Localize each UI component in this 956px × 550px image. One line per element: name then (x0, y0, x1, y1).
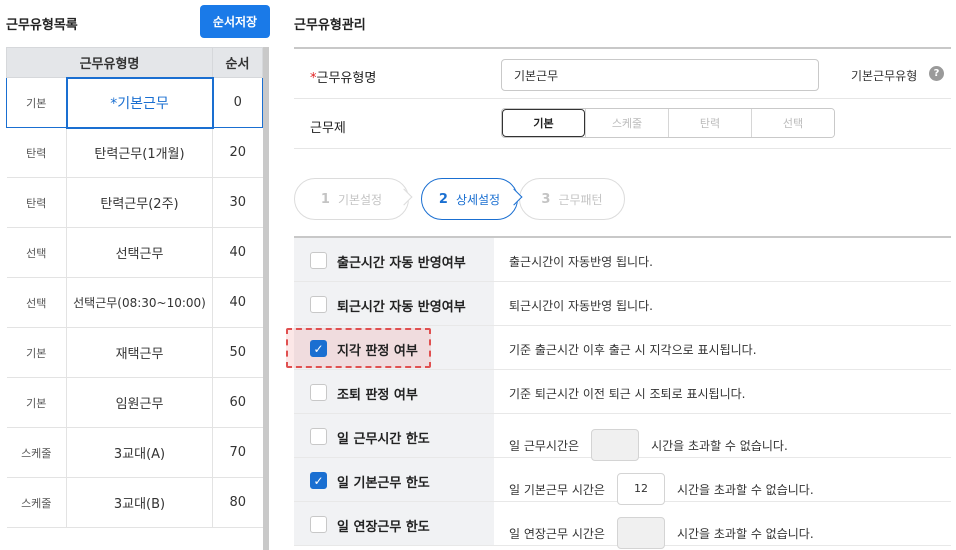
table-row[interactable]: 기본 재택근무 50 (6, 327, 263, 378)
row-name[interactable]: 선택근무 (66, 227, 213, 278)
setting-label: 퇴근시간 자동 반영여부 (337, 300, 466, 315)
list-title: 근무유형목록 (6, 18, 78, 33)
row-order: 30 (212, 177, 263, 228)
setting-description: 일 기본근무 시간은 12 시간을 초과할 수 없습니다. (509, 473, 814, 505)
row-name[interactable]: 임원근무 (66, 377, 213, 428)
work-type-form: *근무유형명 기본근무유형 ? 근무제 기본 스케줄 탄력 선택 (294, 47, 951, 149)
table-row[interactable]: 스케줄 3교대(B) 80 (6, 477, 263, 528)
work-type-name-input[interactable] (501, 59, 819, 91)
list-scrollbar[interactable] (263, 47, 269, 550)
default-type-label: 기본근무유형 (851, 69, 918, 83)
table-row[interactable]: 선택 선택근무 40 (6, 227, 263, 278)
work-system-selector: 기본 스케줄 탄력 선택 (501, 108, 835, 138)
row-name[interactable]: 선택근무(08:30~10:00) (66, 277, 213, 328)
table-row[interactable]: 기본 임원근무 60 (6, 377, 263, 428)
row-order: 60 (212, 377, 263, 428)
daily-basic-hours-input[interactable]: 12 (616, 473, 665, 505)
table-row[interactable]: 기본 *기본근무 0 (6, 76, 263, 129)
setting-description: 기준 출근시간 이후 출근 시 지각으로 표시됩니다. (509, 343, 757, 357)
setting-label: 지각 판정 여부 (337, 344, 418, 359)
setting-description: 일 근무시간은 시간을 초과할 수 없습니다. (509, 429, 788, 461)
row-order: 70 (212, 427, 263, 478)
row-name[interactable]: 3교대(A) (66, 427, 213, 478)
table-row[interactable]: 탄력 탄력근무(2주) 30 (6, 177, 263, 228)
row-name[interactable]: 재택근무 (66, 327, 213, 378)
step-work-pattern[interactable]: 3 근무패턴 (519, 178, 625, 220)
detail-settings-table: 출근시간 자동 반영여부 출근시간이 자동반영 됩니다. 퇴근시간 자동 반영여… (286, 236, 951, 549)
work-system-option-basic[interactable]: 기본 (502, 109, 585, 137)
row-order: 0 (212, 77, 263, 128)
daily-work-hours-input[interactable] (591, 429, 640, 461)
row-type: 기본 (6, 377, 67, 428)
setting-checkbox[interactable] (310, 252, 327, 269)
row-name[interactable]: 3교대(B) (66, 477, 213, 528)
row-name[interactable]: 탄력근무(1개월) (66, 127, 213, 178)
setting-row: 조퇴 판정 여부 기준 퇴근시간 이전 퇴근 시 조퇴로 표시됩니다. (294, 370, 951, 414)
row-type: 탄력 (6, 177, 67, 228)
work-system-option-schedule[interactable]: 스케줄 (585, 109, 668, 137)
work-type-table: 근무유형명 순서 기본 *기본근무 0 탄력 탄력근무(1개월) 20 탄력 탄… (6, 47, 263, 528)
row-name[interactable]: *기본근무 (65, 76, 214, 129)
work-system-row: 근무제 기본 스케줄 탄력 선택 (294, 99, 951, 149)
save-order-button[interactable]: 순서저장 (200, 5, 270, 38)
daily-overtime-hours-input[interactable] (616, 517, 665, 549)
setting-checkbox[interactable] (310, 296, 327, 313)
work-system-option-flexible[interactable]: 탄력 (668, 109, 751, 137)
table-row[interactable]: 탄력 탄력근무(1개월) 20 (6, 127, 263, 178)
row-type: 스케줄 (6, 477, 67, 528)
table-row[interactable]: 선택 선택근무(08:30~10:00) 40 (6, 277, 263, 328)
row-order: 40 (212, 277, 263, 328)
step-detail-settings[interactable]: 2 상세설정 (421, 178, 518, 220)
setting-label: 출근시간 자동 반영여부 (337, 256, 466, 271)
setting-checkbox[interactable] (310, 384, 327, 401)
row-name[interactable]: 탄력근무(2주) (66, 177, 213, 228)
column-header-order[interactable]: 순서 (212, 47, 263, 78)
work-system-label: 근무제 (310, 121, 346, 136)
row-type: 선택 (6, 277, 67, 328)
setting-row: 일 연장근무 한도 일 연장근무 시간은 시간을 초과할 수 없습니다. (294, 502, 951, 549)
setting-checkbox[interactable] (310, 428, 327, 445)
setting-row: ✓ 지각 판정 여부 기준 출근시간 이후 출근 시 지각으로 표시됩니다. (286, 326, 951, 370)
setting-description: 출근시간이 자동반영 됩니다. (509, 255, 653, 269)
help-icon[interactable]: ? (929, 66, 944, 81)
setting-description: 일 연장근무 시간은 시간을 초과할 수 없습니다. (509, 517, 814, 549)
setting-label: 조퇴 판정 여부 (337, 388, 418, 403)
row-order: 20 (212, 127, 263, 178)
setting-row: 출근시간 자동 반영여부 출근시간이 자동반영 됩니다. (294, 238, 951, 282)
setting-label: 일 기본근무 한도 (337, 476, 430, 491)
row-type: 탄력 (6, 127, 67, 178)
setting-row: 퇴근시간 자동 반영여부 퇴근시간이 자동반영 됩니다. (294, 282, 951, 326)
work-system-option-selective[interactable]: 선택 (751, 109, 834, 137)
setting-row: 일 근무시간 한도 일 근무시간은 시간을 초과할 수 없습니다. (294, 414, 951, 461)
row-type: 기본 (6, 327, 67, 378)
setting-row: ✓ 일 기본근무 한도 일 기본근무 시간은 12 시간을 초과할 수 없습니다… (294, 458, 951, 505)
column-header-name[interactable]: 근무유형명 (6, 47, 213, 78)
row-type: 기본 (6, 77, 67, 128)
setting-label: 일 연장근무 한도 (337, 520, 430, 535)
row-order: 40 (212, 227, 263, 278)
step-basic-settings[interactable]: 1 기본설정 (294, 178, 409, 220)
row-order: 50 (212, 327, 263, 378)
row-type: 선택 (6, 227, 67, 278)
setting-description: 기준 퇴근시간 이전 퇴근 시 조퇴로 표시됩니다. (509, 387, 746, 401)
setting-checkbox[interactable]: ✓ (310, 340, 327, 357)
manage-title: 근무유형관리 (294, 18, 366, 33)
setting-checkbox[interactable]: ✓ (310, 472, 327, 489)
name-label: *근무유형명 (310, 71, 377, 86)
setting-label: 일 근무시간 한도 (337, 432, 430, 447)
name-row: *근무유형명 기본근무유형 ? (294, 49, 951, 99)
table-row[interactable]: 스케줄 3교대(A) 70 (6, 427, 263, 478)
row-type: 스케줄 (6, 427, 67, 478)
setting-description: 퇴근시간이 자동반영 됩니다. (509, 299, 653, 313)
setting-checkbox[interactable] (310, 516, 327, 533)
row-order: 80 (212, 477, 263, 528)
